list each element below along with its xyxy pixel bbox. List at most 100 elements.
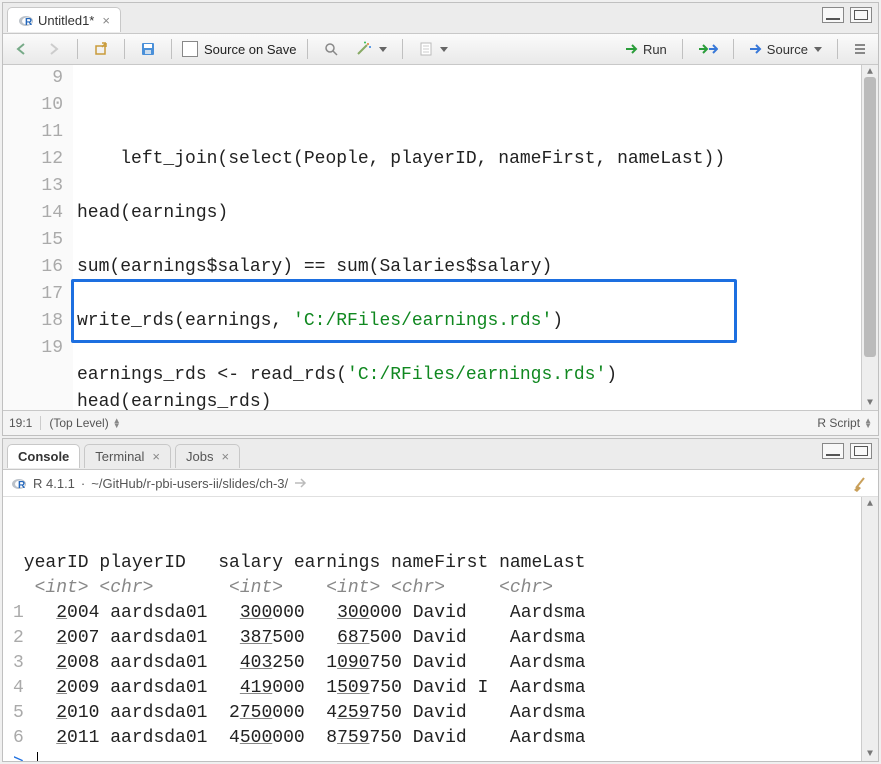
code-line[interactable]: head(earnings_rds) bbox=[77, 389, 861, 410]
minimize-pane-icon[interactable] bbox=[822, 443, 844, 459]
console-tab-bar: Console Terminal × Jobs × bbox=[3, 439, 878, 470]
source-button[interactable]: Source bbox=[744, 39, 827, 60]
code-line[interactable]: sum(earnings$salary) == sum(Salaries$sal… bbox=[77, 254, 861, 281]
console-header-row: yearID playerID salary earnings nameFirs… bbox=[13, 551, 874, 576]
source-arrow-icon bbox=[749, 43, 763, 55]
close-icon[interactable]: × bbox=[152, 449, 160, 464]
line-number: 15 bbox=[3, 227, 63, 254]
code-line[interactable] bbox=[77, 281, 861, 308]
editor-vertical-scrollbar[interactable]: ▲ ▼ bbox=[861, 65, 878, 410]
line-number: 13 bbox=[3, 173, 63, 200]
notebook-icon bbox=[418, 41, 434, 57]
console-output[interactable]: yearID playerID salary earnings nameFirs… bbox=[3, 497, 878, 761]
r-logo-icon: R bbox=[11, 475, 27, 491]
line-number: 14 bbox=[3, 200, 63, 227]
scope-label: (Top Level) bbox=[49, 416, 108, 430]
save-button[interactable] bbox=[135, 38, 161, 60]
notebook-button[interactable] bbox=[413, 38, 453, 60]
chevron-down-icon bbox=[379, 47, 387, 52]
close-icon[interactable]: × bbox=[221, 449, 229, 464]
editor-toolbar: Source on Save Run Source bbox=[3, 34, 878, 65]
maximize-pane-icon[interactable] bbox=[850, 7, 872, 23]
tab-console[interactable]: Console bbox=[7, 444, 80, 468]
back-button[interactable] bbox=[9, 39, 35, 59]
console-data-row: 6 2011 aardsda01 4500000 8759750 David A… bbox=[13, 726, 874, 751]
line-number: 11 bbox=[3, 119, 63, 146]
source-label: Source bbox=[767, 42, 808, 57]
code-area[interactable]: left_join(select(People, playerID, nameF… bbox=[73, 65, 861, 410]
console-data-row: 1 2004 aardsda01 300000 300000 David Aar… bbox=[13, 601, 874, 626]
separator-dot: · bbox=[81, 476, 85, 491]
pane-window-controls bbox=[822, 443, 872, 459]
scope-selector[interactable]: (Top Level) ▲▼ bbox=[40, 416, 120, 430]
language-label: R Script bbox=[817, 416, 860, 430]
code-line[interactable] bbox=[77, 227, 861, 254]
code-line[interactable]: head(earnings) bbox=[77, 200, 861, 227]
chevron-down-icon bbox=[440, 47, 448, 52]
code-line[interactable]: write_rds(earnings, 'C:/RFiles/earnings.… bbox=[77, 308, 861, 335]
working-directory[interactable]: ~/GitHub/r-pbi-users-ii/slides/ch-3/ bbox=[91, 476, 288, 491]
source-editor-pane: R Untitled1* × Source on Save bbox=[2, 2, 879, 436]
source-on-save-checkbox[interactable] bbox=[182, 41, 198, 57]
console-vertical-scrollbar[interactable]: ▲ ▼ bbox=[861, 497, 878, 761]
code-editor[interactable]: 910111213141516171819 left_join(select(P… bbox=[3, 65, 878, 410]
line-number: 18 bbox=[3, 308, 63, 335]
editor-status-bar: 19:1 (Top Level) ▲▼ R Script ▲▼ bbox=[3, 410, 878, 435]
updown-icon: ▲▼ bbox=[864, 418, 872, 428]
code-line[interactable]: earnings_rds <- read_rds('C:/RFiles/earn… bbox=[77, 362, 861, 389]
close-icon[interactable]: × bbox=[102, 13, 110, 28]
outline-icon bbox=[853, 42, 867, 56]
code-line[interactable] bbox=[77, 335, 861, 362]
popout-button[interactable] bbox=[88, 38, 114, 60]
console-data-row: 4 2009 aardsda01 419000 1509750 David I … bbox=[13, 676, 874, 701]
pane-window-controls bbox=[822, 7, 872, 23]
code-line[interactable] bbox=[77, 173, 861, 200]
outline-button[interactable] bbox=[848, 39, 872, 59]
chevron-down-icon bbox=[814, 47, 822, 52]
forward-button[interactable] bbox=[41, 39, 67, 59]
cursor-position: 19:1 bbox=[9, 416, 32, 430]
updown-icon: ▲▼ bbox=[113, 418, 121, 428]
scroll-up-icon[interactable]: ▲ bbox=[862, 497, 878, 511]
code-line[interactable]: left_join(select(People, playerID, nameF… bbox=[77, 146, 861, 173]
editor-tab-untitled1[interactable]: R Untitled1* × bbox=[7, 7, 121, 32]
console-types-row: <int> <chr> <int> <int> <chr> <chr> bbox=[13, 576, 874, 601]
magnifier-icon bbox=[323, 41, 339, 57]
line-number: 16 bbox=[3, 254, 63, 281]
go-to-dir-icon[interactable] bbox=[294, 477, 308, 489]
wand-button[interactable] bbox=[350, 38, 392, 60]
run-button[interactable]: Run bbox=[620, 39, 672, 60]
arrow-left-icon bbox=[14, 42, 30, 56]
tab-jobs[interactable]: Jobs × bbox=[175, 444, 240, 468]
find-button[interactable] bbox=[318, 38, 344, 60]
console-pane: Console Terminal × Jobs × R R 4.1.1 · ~/… bbox=[2, 438, 879, 762]
svg-text:R: R bbox=[18, 480, 26, 491]
scroll-down-icon[interactable]: ▼ bbox=[862, 396, 878, 410]
console-data-row: 5 2010 aardsda01 2750000 4259750 David A… bbox=[13, 701, 874, 726]
source-on-save-label: Source on Save bbox=[204, 42, 297, 57]
magic-wand-icon bbox=[355, 41, 373, 57]
line-number: 10 bbox=[3, 92, 63, 119]
rerun-button[interactable] bbox=[693, 39, 723, 59]
tab-terminal-label: Terminal bbox=[95, 449, 144, 464]
run-label: Run bbox=[643, 42, 667, 57]
scrollbar-thumb[interactable] bbox=[864, 77, 876, 357]
rerun-icon bbox=[698, 42, 718, 56]
run-arrow-icon bbox=[625, 43, 639, 55]
arrow-right-icon bbox=[46, 42, 62, 56]
tab-console-label: Console bbox=[18, 449, 69, 464]
r-version-label: R 4.1.1 bbox=[33, 476, 75, 491]
scroll-down-icon[interactable]: ▼ bbox=[862, 747, 878, 761]
minimize-pane-icon[interactable] bbox=[822, 7, 844, 23]
line-number: 17 bbox=[3, 281, 63, 308]
maximize-pane-icon[interactable] bbox=[850, 443, 872, 459]
line-number-gutter: 910111213141516171819 bbox=[3, 65, 73, 410]
line-number: 12 bbox=[3, 146, 63, 173]
tab-terminal[interactable]: Terminal × bbox=[84, 444, 171, 468]
floppy-disk-icon bbox=[140, 41, 156, 57]
console-data-row: 3 2008 aardsda01 403250 1090750 David Aa… bbox=[13, 651, 874, 676]
console-prompt-line: > bbox=[13, 751, 874, 761]
console-data-row: 2 2007 aardsda01 387500 687500 David Aar… bbox=[13, 626, 874, 651]
tab-jobs-label: Jobs bbox=[186, 449, 213, 464]
clear-console-button[interactable] bbox=[852, 474, 870, 492]
